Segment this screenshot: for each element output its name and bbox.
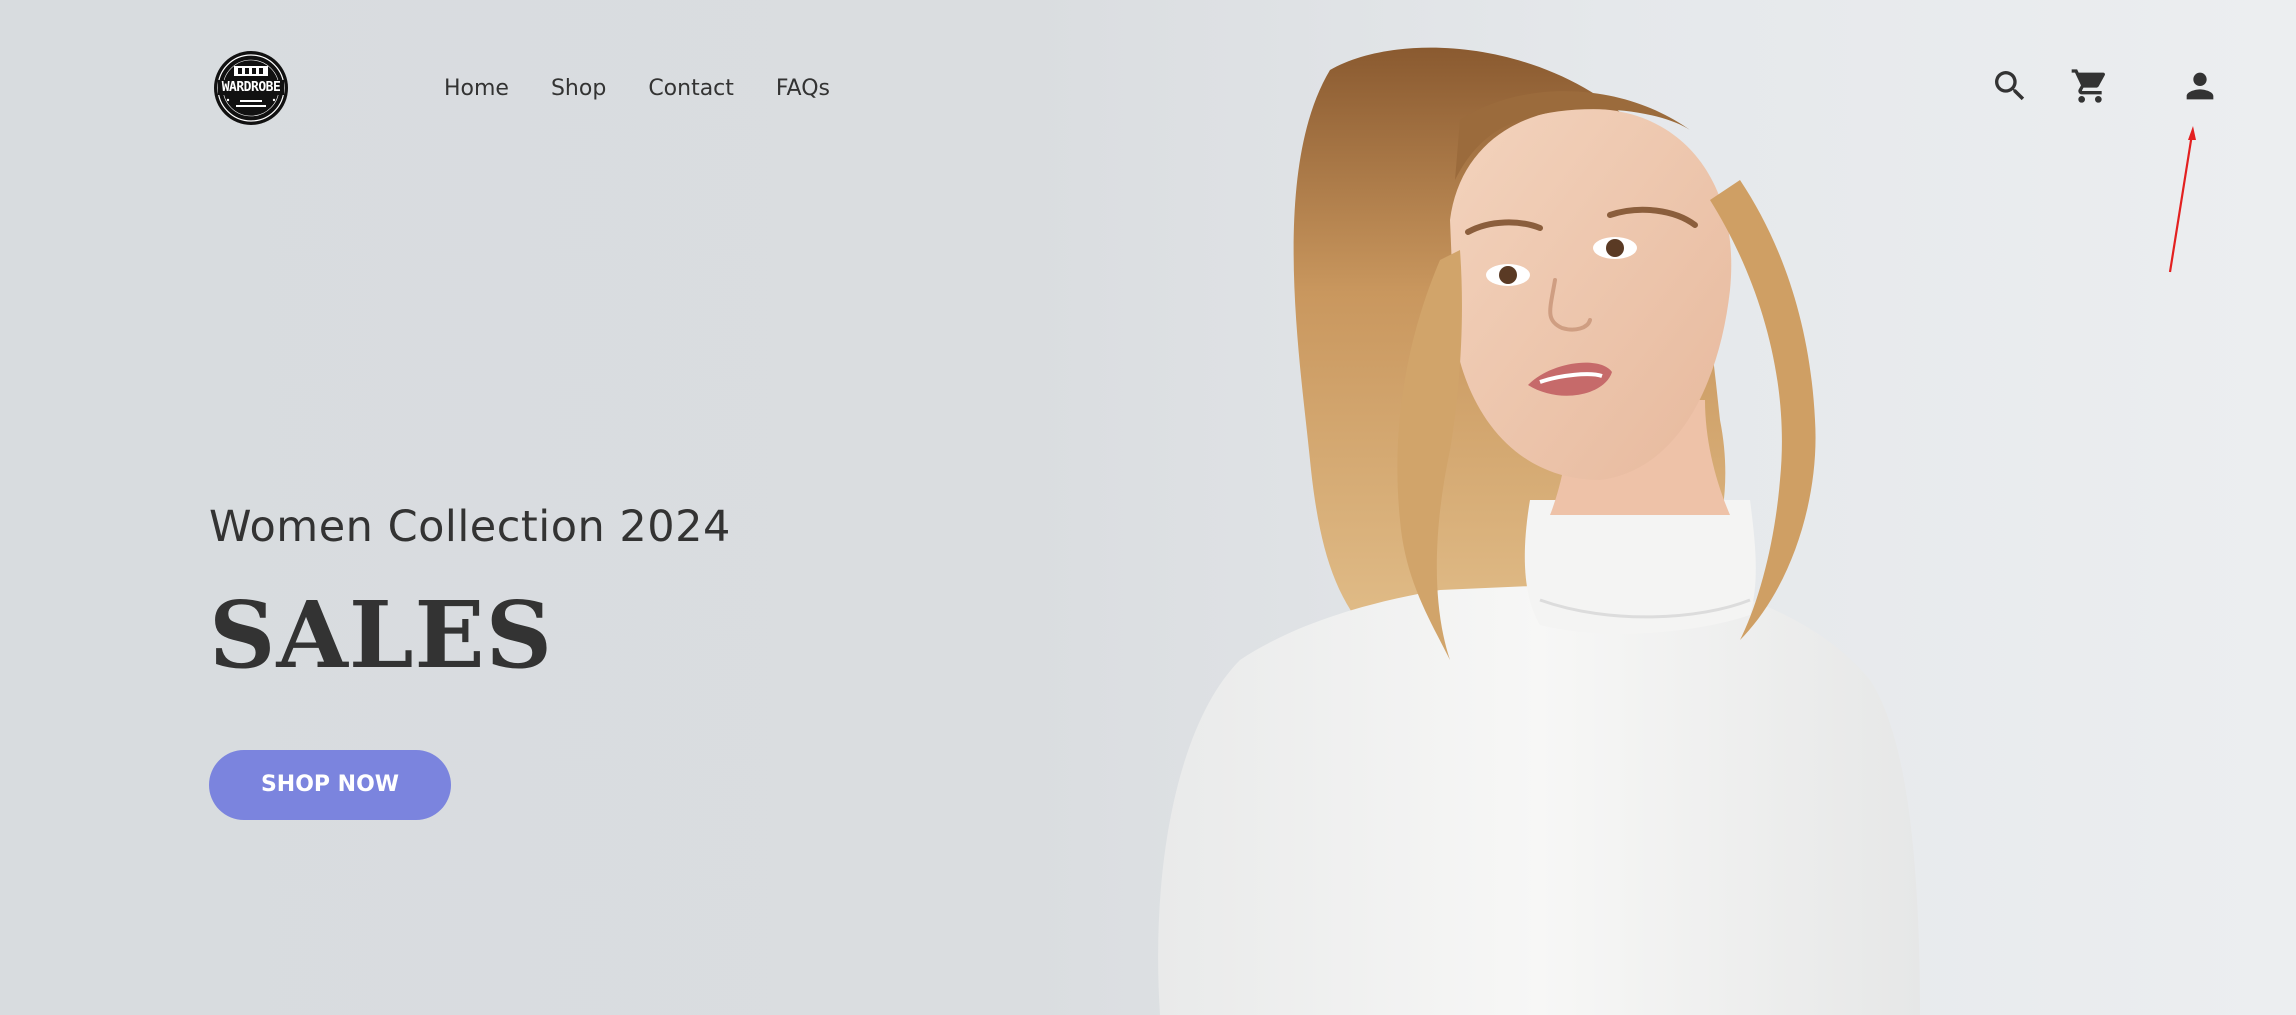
logo-text: WARDROBE	[221, 80, 281, 95]
brand-logo[interactable]: WARDROBE	[210, 50, 292, 126]
nav-link-faqs[interactable]: FAQs	[776, 74, 830, 104]
shop-now-button[interactable]: SHOP NOW	[209, 750, 451, 820]
hero-content: Women Collection 2024 SALES SHOP NOW	[209, 490, 909, 820]
nav-link-contact[interactable]: Contact	[648, 74, 734, 104]
main-nav: Home Shop Contact FAQs	[444, 74, 872, 104]
nav-link-home[interactable]: Home	[444, 74, 509, 104]
hero-model-image	[1158, 47, 1920, 1015]
hero-title: SALES	[209, 581, 554, 689]
nav-link-shop[interactable]: Shop	[551, 74, 606, 104]
hero-subtitle: Women Collection 2024	[209, 502, 731, 552]
